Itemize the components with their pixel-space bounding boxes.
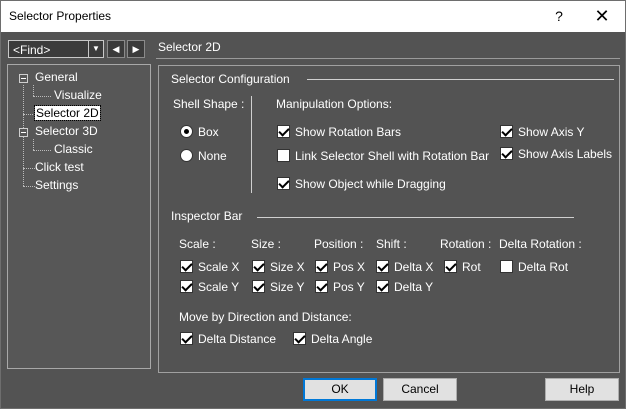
shell-shape-none-radio[interactable] [180,149,193,162]
title-bar: Selector Properties ? ✕ [1,1,625,32]
show-axis-labels-checkbox[interactable] [500,147,513,160]
shell-shape-box-label: Box [198,125,219,139]
tree-item-selector-3d[interactable]: Selector 3D [35,124,98,138]
delta-distance-label: Delta Distance [198,332,277,346]
delta-angle-label: Delta Angle [311,332,373,346]
triangle-left-icon: ◀ [112,44,120,54]
find-value: <Find> [13,43,51,57]
scale-header: Scale : [179,237,216,251]
size-x-label: Size X [270,260,305,274]
nav-forward-button[interactable]: ▶ [127,40,145,58]
options-divider [251,96,252,193]
collapse-selector-3d-icon[interactable] [19,128,28,137]
nav-back-button[interactable]: ◀ [107,40,125,58]
delta-angle-checkbox[interactable] [293,332,306,345]
tree-item-visualize[interactable]: Visualize [54,88,102,102]
show-axis-y-label: Show Axis Y [518,125,585,139]
chevron-down-icon[interactable]: ▼ [88,41,103,57]
tree-item-click-test[interactable]: Click test [35,160,84,174]
link-selector-shell-checkbox[interactable] [277,149,290,162]
panel-title: Selector 2D [158,40,221,54]
size-y-checkbox[interactable] [252,280,265,293]
pos-x-label: Pos X [333,260,366,274]
selector-properties-dialog: Selector Properties ? ✕ <Find> ▼ ◀ ▶ Gen… [0,0,626,409]
move-by-direction-label: Move by Direction and Distance: [179,310,352,324]
show-axis-labels-label: Show Axis Labels [518,147,613,161]
pos-y-label: Pos Y [333,280,365,294]
window-title: Selector Properties [9,9,112,23]
link-selector-shell-label: Link Selector Shell with Rotation Bar [295,149,490,163]
shift-header: Shift : [376,237,407,251]
position-header: Position : [314,237,364,251]
rot-label: Rot [462,260,481,274]
delta-y-checkbox[interactable] [376,280,389,293]
help-icon[interactable]: ? [549,6,569,26]
find-combobox[interactable]: <Find> ▼ [8,40,104,58]
shell-shape-label: Shell Shape : [173,97,245,111]
rot-checkbox[interactable] [444,260,457,273]
shell-shape-none-label: None [198,149,227,163]
delta-rotation-header: Delta Rotation : [499,237,582,251]
size-header: Size : [251,237,282,251]
cancel-button[interactable]: Cancel [383,378,457,401]
close-icon[interactable]: ✕ [590,5,614,27]
category-tree: General Visualize Selector 2D Selector 3… [7,64,151,369]
delta-distance-checkbox[interactable] [180,332,193,345]
tree-item-general[interactable]: General [35,70,78,84]
section-divider [257,217,574,218]
delta-y-label: Delta Y [394,280,434,294]
pos-y-checkbox[interactable] [315,280,328,293]
delta-x-label: Delta X [394,260,434,274]
size-y-label: Size Y [270,280,305,294]
scale-y-checkbox[interactable] [180,280,193,293]
pos-x-checkbox[interactable] [315,260,328,273]
delta-rot-label: Delta Rot [518,260,569,274]
show-rotation-bars-label: Show Rotation Bars [295,125,402,139]
scale-x-checkbox[interactable] [180,260,193,273]
help-button[interactable]: Help [545,378,619,401]
tree-item-classic[interactable]: Classic [54,142,93,156]
rotation-header: Rotation : [440,237,492,251]
section-selector-configuration: Selector Configuration [171,72,290,86]
collapse-general-icon[interactable] [19,74,28,83]
triangle-right-icon: ▶ [132,44,140,54]
ok-button[interactable]: OK [303,378,377,401]
show-object-dragging-label: Show Object while Dragging [295,177,446,191]
manipulation-options-label: Manipulation Options: [276,97,393,111]
show-rotation-bars-checkbox[interactable] [277,125,290,138]
delta-x-checkbox[interactable] [376,260,389,273]
section-divider [307,79,614,80]
delta-rot-checkbox[interactable] [500,260,513,273]
scale-y-label: Scale Y [198,280,240,294]
scale-x-label: Scale X [198,260,240,274]
size-x-checkbox[interactable] [252,260,265,273]
show-object-dragging-checkbox[interactable] [277,177,290,190]
panel-title-divider [156,58,620,59]
tree-item-selector-2d[interactable]: Selector 2D [34,105,101,121]
section-inspector-bar: Inspector Bar [171,209,243,223]
show-axis-y-checkbox[interactable] [500,125,513,138]
tree-item-settings[interactable]: Settings [35,178,78,192]
shell-shape-box-radio[interactable] [180,125,193,138]
